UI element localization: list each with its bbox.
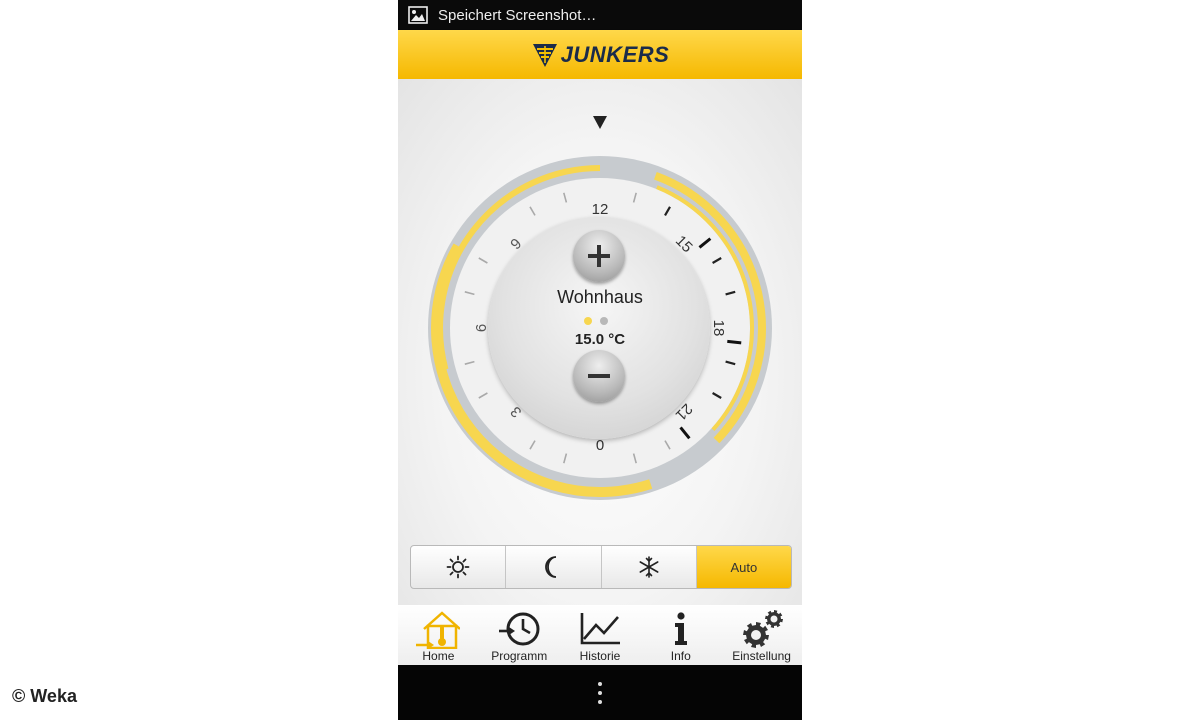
gears-icon: [742, 610, 783, 648]
bottom-navigation: Home Programm Historie Info Einstellung: [398, 605, 802, 665]
status-bar: Speichert Screenshot…: [398, 0, 802, 30]
page-dot: [600, 317, 608, 325]
brand-header: JUNKERS: [398, 30, 802, 79]
nav-label-einstellung: Einstellung: [732, 649, 791, 663]
dial-pointer-icon: [593, 116, 607, 129]
main-content: 12 15 18 21 0 3 6 9 Wohnhaus 15.0 °C Aut…: [398, 79, 802, 665]
clock-arrow-icon: [499, 612, 540, 646]
nav-label-home: Home: [422, 649, 455, 663]
nav-item-historie[interactable]: Historie: [560, 605, 641, 665]
nav-item-info[interactable]: Info: [640, 605, 721, 665]
minus-icon: [588, 374, 610, 378]
image-icon: [408, 6, 428, 24]
overflow-menu-button[interactable]: [598, 681, 602, 704]
sun-icon: [446, 555, 470, 579]
overflow-dot: [598, 699, 602, 704]
increase-temperature-button[interactable]: [573, 230, 625, 282]
current-temperature: 15.0 °C: [574, 331, 626, 348]
page-dot-active: [584, 317, 592, 325]
nav-label-programm: Programm: [491, 649, 548, 663]
mode-auto-button[interactable]: Auto: [696, 546, 791, 588]
mode-selector: Auto: [410, 545, 792, 589]
overflow-dot: [598, 690, 602, 695]
system-navigation-bar: [398, 665, 802, 720]
nav-item-home[interactable]: Home: [398, 605, 479, 665]
brand-name: JUNKERS: [560, 41, 670, 67]
copyright-watermark: © Weka: [12, 686, 77, 706]
zone-page-indicator: [584, 317, 614, 327]
hour-label: 18: [710, 320, 727, 337]
zone-name: Wohnhaus: [557, 287, 643, 307]
mode-sun-button[interactable]: [411, 546, 507, 588]
line-chart-icon: [580, 613, 620, 645]
plus-icon: [588, 245, 610, 267]
hour-label: 0: [596, 437, 604, 454]
nav-item-programm[interactable]: Programm: [479, 605, 560, 665]
status-notification-text: Speichert Screenshot…: [438, 6, 597, 24]
moon-icon: [545, 556, 557, 578]
hour-label: 12: [592, 201, 609, 218]
mode-frost-button[interactable]: [602, 546, 697, 588]
junkers-logo-icon: [532, 43, 557, 67]
phone-screen: Speichert Screenshot… JUNKERS 12 15 18 2…: [398, 0, 802, 720]
house-thermometer-icon: [416, 611, 461, 649]
decrease-temperature-button[interactable]: [573, 350, 625, 402]
hour-tick-major: [727, 339, 742, 345]
info-icon: [674, 612, 687, 645]
snowflake-icon: [639, 556, 659, 578]
nav-item-einstellung[interactable]: Einstellung: [721, 605, 802, 665]
mode-moon-button[interactable]: [506, 546, 602, 588]
nav-label-historie: Historie: [579, 649, 621, 663]
overflow-dot: [598, 681, 602, 686]
nav-label-info: Info: [670, 649, 691, 663]
